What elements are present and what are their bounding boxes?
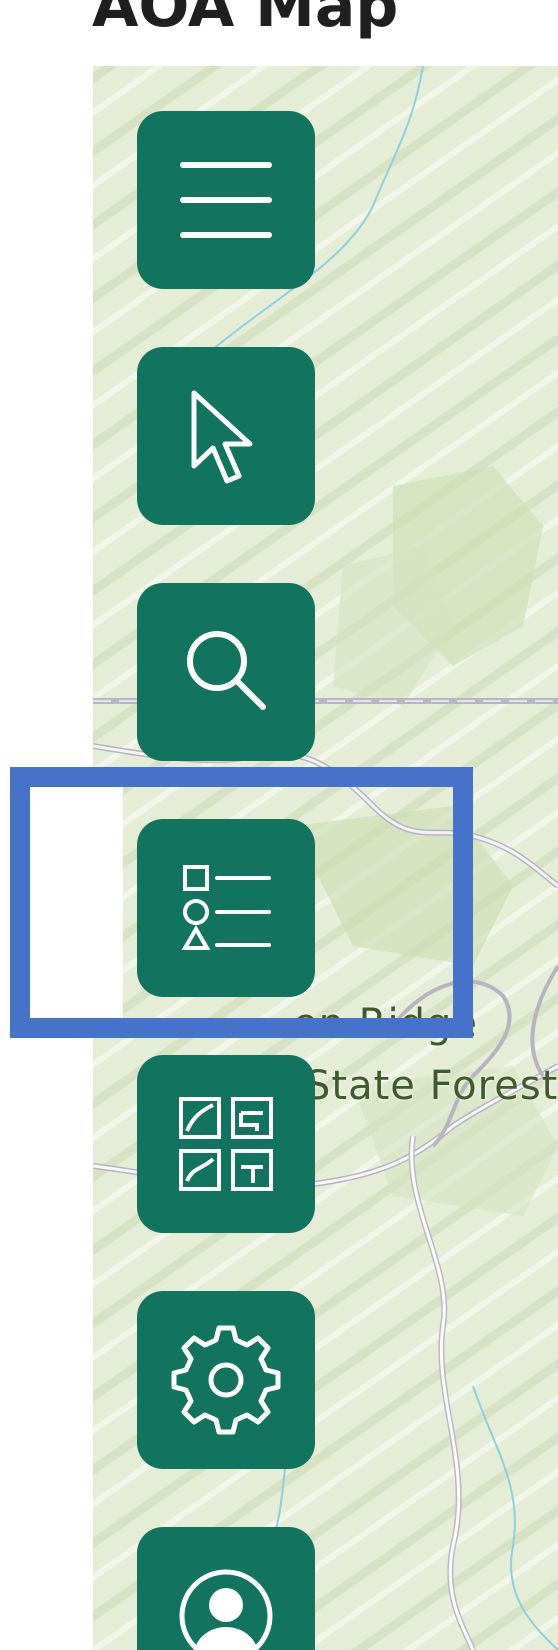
map-place-label-line2: State Forest: [305, 1063, 558, 1109]
highlight-backdrop: [30, 787, 123, 1018]
select-button[interactable]: [137, 347, 315, 525]
account-button[interactable]: [137, 1527, 315, 1650]
gear-icon: [171, 1325, 281, 1435]
hamburger-menu-icon: [180, 162, 272, 238]
legend-button[interactable]: [137, 819, 315, 997]
app-page: AOA Map en Ridge State Forest: [0, 0, 558, 1650]
settings-button[interactable]: [137, 1291, 315, 1469]
search-icon: [187, 631, 266, 710]
basemap-gallery-icon: [179, 1097, 273, 1191]
user-avatar-icon: [179, 1569, 273, 1650]
menu-button[interactable]: [137, 111, 315, 289]
layers-button[interactable]: [137, 1055, 315, 1233]
search-button[interactable]: [137, 583, 315, 761]
page-title: AOA Map: [92, 0, 399, 41]
map-place-label-line1: en Ridge: [293, 1001, 478, 1047]
legend-list-icon: [181, 865, 271, 950]
pointer-cursor-icon: [191, 390, 253, 484]
